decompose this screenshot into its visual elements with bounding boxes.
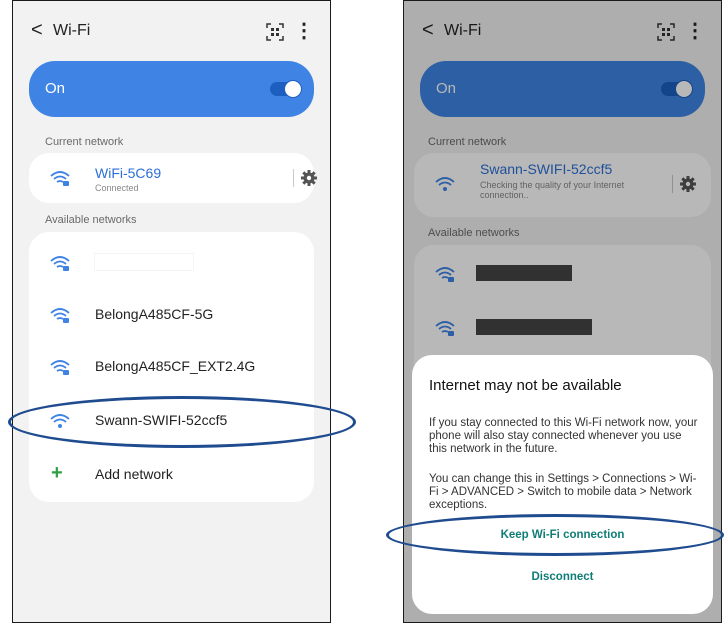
available-networks-card: BelongA485CF-5G BelongA485CF_EXT2.4G Swa… bbox=[29, 232, 314, 502]
add-network-row[interactable]: + Add network bbox=[29, 454, 314, 492]
wifi-lock-icon bbox=[50, 360, 70, 375]
toggle-knob bbox=[284, 80, 302, 98]
wifi-lock-icon bbox=[50, 171, 70, 186]
network-row-redacted[interactable] bbox=[29, 242, 314, 280]
redacted-network-name bbox=[95, 254, 193, 270]
highlight-ellipse bbox=[386, 514, 724, 556]
phone-screen-left: < Wi-Fi ⋮ On Current network WiFi-5C69 C… bbox=[12, 0, 331, 623]
network-row[interactable]: BelongA485CF_EXT2.4G bbox=[29, 346, 314, 384]
add-network-label: Add network bbox=[95, 466, 173, 482]
available-networks-heading: Available networks bbox=[45, 214, 137, 226]
current-network-status: Connected bbox=[95, 183, 139, 193]
internet-warning-dialog: Internet may not be available If you sta… bbox=[412, 355, 713, 614]
dialog-title: Internet may not be available bbox=[429, 377, 622, 394]
highlight-ellipse bbox=[8, 396, 356, 448]
qr-scan-icon[interactable] bbox=[266, 23, 284, 41]
wifi-lock-icon bbox=[50, 308, 70, 323]
current-network-card[interactable]: WiFi-5C69 Connected bbox=[29, 153, 317, 203]
plus-icon: + bbox=[51, 462, 63, 484]
dialog-body-2: You can change this in Settings > Connec… bbox=[429, 473, 697, 511]
current-network-name: WiFi-5C69 bbox=[95, 165, 162, 181]
back-chevron-icon[interactable]: < bbox=[31, 19, 43, 42]
wifi-lock-icon bbox=[50, 256, 70, 271]
page-title: Wi-Fi bbox=[53, 22, 91, 39]
on-label: On bbox=[45, 80, 66, 97]
top-bar: < Wi-Fi ⋮ bbox=[13, 15, 330, 51]
divider bbox=[293, 169, 294, 187]
disconnect-button[interactable]: Disconnect bbox=[412, 571, 713, 583]
dialog-body-1: If you stay connected to this Wi-Fi netw… bbox=[429, 417, 698, 455]
network-name: BelongA485CF_EXT2.4G bbox=[95, 358, 256, 374]
wifi-toggle[interactable] bbox=[270, 80, 302, 98]
network-name: BelongA485CF-5G bbox=[95, 306, 214, 322]
wifi-master-switch-bar[interactable]: On bbox=[29, 61, 314, 117]
network-row[interactable]: BelongA485CF-5G bbox=[29, 294, 314, 332]
gear-icon[interactable] bbox=[300, 169, 318, 187]
current-network-heading: Current network bbox=[45, 136, 124, 148]
more-vert-icon[interactable]: ⋮ bbox=[294, 18, 314, 43]
